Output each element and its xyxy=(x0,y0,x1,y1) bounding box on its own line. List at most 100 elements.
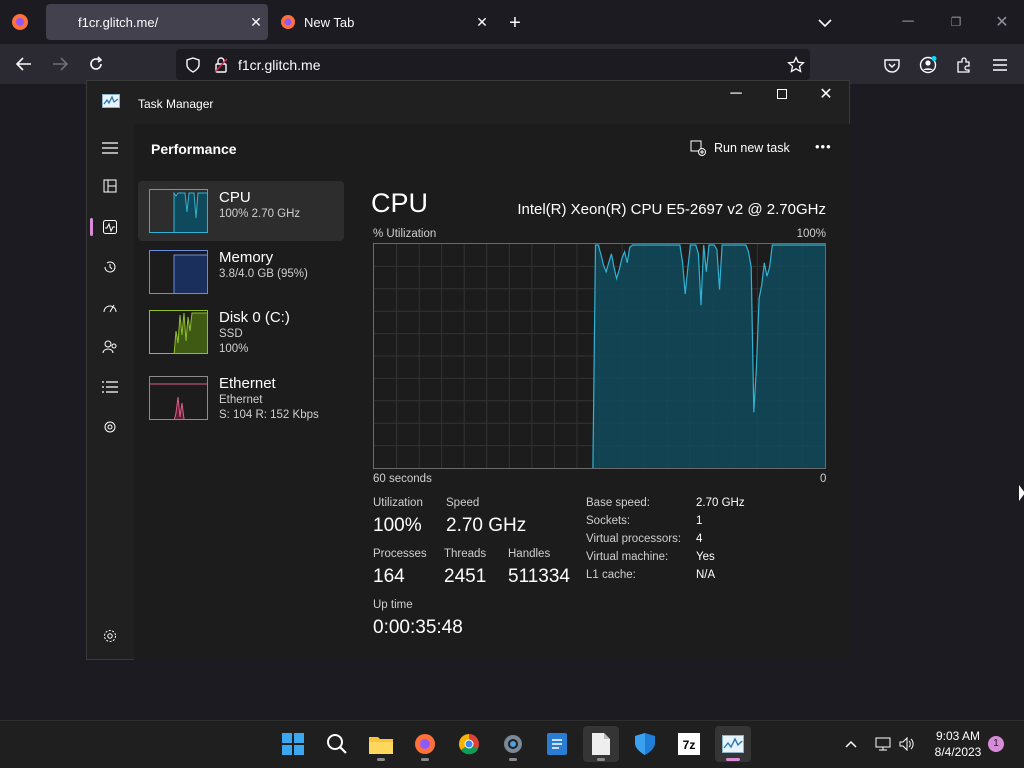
new-tab-icon[interactable]: + xyxy=(504,12,526,34)
performance-icon[interactable] xyxy=(100,218,120,236)
task-manager-icon xyxy=(722,735,744,753)
lock-icon[interactable] xyxy=(212,56,230,74)
handles-label: Handles xyxy=(508,548,551,560)
tm-minimize-icon[interactable]: ─ xyxy=(724,84,748,104)
resource-name: Disk 0 (C:) xyxy=(219,309,290,326)
settings-taskbar-button[interactable] xyxy=(495,726,531,762)
url-text: f1cr.glitch.me xyxy=(238,57,321,73)
resource-name: Memory xyxy=(219,249,274,266)
menu-icon[interactable] xyxy=(990,55,1010,75)
file-explorer-button[interactable] xyxy=(363,726,399,762)
close-tab-icon[interactable]: ✕ xyxy=(470,14,494,31)
extensions-icon[interactable] xyxy=(954,55,974,75)
resource-name: CPU xyxy=(219,189,251,206)
windows-logo-icon xyxy=(282,733,304,755)
uptime-value: 0:00:35:48 xyxy=(373,617,463,638)
speed-label: Speed xyxy=(446,497,480,509)
document-app-button[interactable] xyxy=(539,726,575,762)
system-clock[interactable]: 9:03 AM 8/4/2023 xyxy=(926,728,990,760)
defender-taskbar-button[interactable] xyxy=(627,726,663,762)
uptime-label: Up time xyxy=(373,599,413,611)
page-title: Performance xyxy=(151,141,237,157)
file-icon xyxy=(592,733,610,755)
resource-detail: 100% xyxy=(219,343,249,355)
resource-detail: Ethernet xyxy=(219,394,263,406)
browser-tab[interactable]: New Tab ✕ xyxy=(272,4,494,40)
reload-icon[interactable] xyxy=(86,54,106,74)
cpu-model-name: Intel(R) Xeon(R) CPU E5-2697 v2 @ 2.70GH… xyxy=(517,201,826,218)
firefox-view-icon[interactable] xyxy=(10,12,30,32)
running-indicator xyxy=(377,758,385,761)
chrome-taskbar-button[interactable] xyxy=(451,726,487,762)
close-icon[interactable]: ✕ xyxy=(990,12,1014,32)
resource-item-cpu[interactable]: CPU 100% 2.70 GHz xyxy=(138,181,344,241)
resource-name: Ethernet xyxy=(219,375,276,392)
active-indicator xyxy=(726,758,740,761)
shield-icon[interactable] xyxy=(184,56,202,74)
app-history-icon[interactable] xyxy=(100,258,120,276)
processes-icon[interactable] xyxy=(100,177,120,195)
files-taskbar-button[interactable] xyxy=(583,726,619,762)
cpu-graph-svg xyxy=(374,244,825,469)
network-icon[interactable] xyxy=(874,735,892,753)
search-button[interactable] xyxy=(319,726,355,762)
volume-icon[interactable] xyxy=(898,735,916,753)
task-manager-icon xyxy=(102,94,120,108)
notification-badge[interactable]: 1 xyxy=(988,736,1004,752)
memory-thumbnail-graph xyxy=(149,250,208,294)
more-options-icon[interactable]: ••• xyxy=(815,139,832,154)
pocket-icon[interactable] xyxy=(882,55,902,75)
settings-gear-icon[interactable] xyxy=(100,627,120,645)
virtual-machine-value: Yes xyxy=(696,551,715,563)
resource-item-disk[interactable]: Disk 0 (C:) SSD 100% xyxy=(138,301,344,361)
base-speed-value: 2.70 GHz xyxy=(696,497,745,509)
forward-icon[interactable] xyxy=(50,54,70,74)
bookmark-star-icon[interactable] xyxy=(786,55,806,75)
clock-date: 8/4/2023 xyxy=(934,745,982,759)
virtual-machine-label: Virtual machine: xyxy=(586,551,669,563)
hamburger-icon[interactable] xyxy=(100,139,120,157)
tm-maximize-icon[interactable] xyxy=(770,84,794,104)
firefox-icon xyxy=(281,15,295,29)
ethernet-thumbnail-graph xyxy=(149,376,208,420)
tab-title: f1cr.glitch.me/ xyxy=(78,14,159,30)
folder-icon xyxy=(369,737,393,754)
threads-value: 2451 xyxy=(444,566,487,587)
globe-icon xyxy=(54,14,70,30)
close-tab-icon[interactable]: ✕ xyxy=(244,14,268,31)
threads-label: Threads xyxy=(444,548,487,560)
virtual-processors-value: 4 xyxy=(696,533,703,545)
firefox-taskbar-button[interactable] xyxy=(407,726,443,762)
resource-detail: S: 104 R: 152 Kbps xyxy=(219,409,319,421)
back-icon[interactable] xyxy=(14,54,34,74)
run-new-task-button[interactable]: Run new task xyxy=(690,140,790,156)
running-indicator xyxy=(509,758,517,761)
chrome-icon xyxy=(459,734,479,755)
tab-title: New Tab xyxy=(304,14,355,30)
minimize-icon[interactable]: ─ xyxy=(896,12,920,32)
tm-close-icon[interactable]: ✕ xyxy=(814,84,838,104)
start-button[interactable] xyxy=(275,726,311,762)
task-manager-taskbar-button[interactable] xyxy=(715,726,751,762)
startup-apps-icon[interactable] xyxy=(100,298,120,316)
processes-label: Processes xyxy=(373,548,427,560)
graph-label-utilization: % Utilization xyxy=(373,228,437,240)
7zip-taskbar-button[interactable]: 7z xyxy=(671,726,707,762)
graph-label-max: 100% xyxy=(796,228,826,240)
l1-cache-value: N/A xyxy=(696,569,716,581)
running-indicator xyxy=(597,758,605,761)
restore-icon[interactable]: ❐ xyxy=(944,12,968,32)
show-hidden-icons-chevron-icon[interactable] xyxy=(842,736,860,752)
account-icon[interactable] xyxy=(918,55,938,75)
sockets-label: Sockets: xyxy=(586,515,631,527)
details-icon[interactable] xyxy=(100,378,120,396)
resource-item-memory[interactable]: Memory 3.8/4.0 GB (95%) xyxy=(138,241,344,301)
list-tabs-icon[interactable] xyxy=(814,12,836,34)
services-icon[interactable] xyxy=(100,418,120,436)
speed-value: 2.70 GHz xyxy=(446,515,527,536)
utilization-label: Utilization xyxy=(373,497,423,509)
users-icon[interactable] xyxy=(100,338,120,356)
resource-detail: SSD xyxy=(219,328,243,340)
browser-tab-active[interactable]: f1cr.glitch.me/ ✕ xyxy=(46,4,268,40)
resource-item-ethernet[interactable]: Ethernet Ethernet S: 104 R: 152 Kbps xyxy=(138,367,344,427)
